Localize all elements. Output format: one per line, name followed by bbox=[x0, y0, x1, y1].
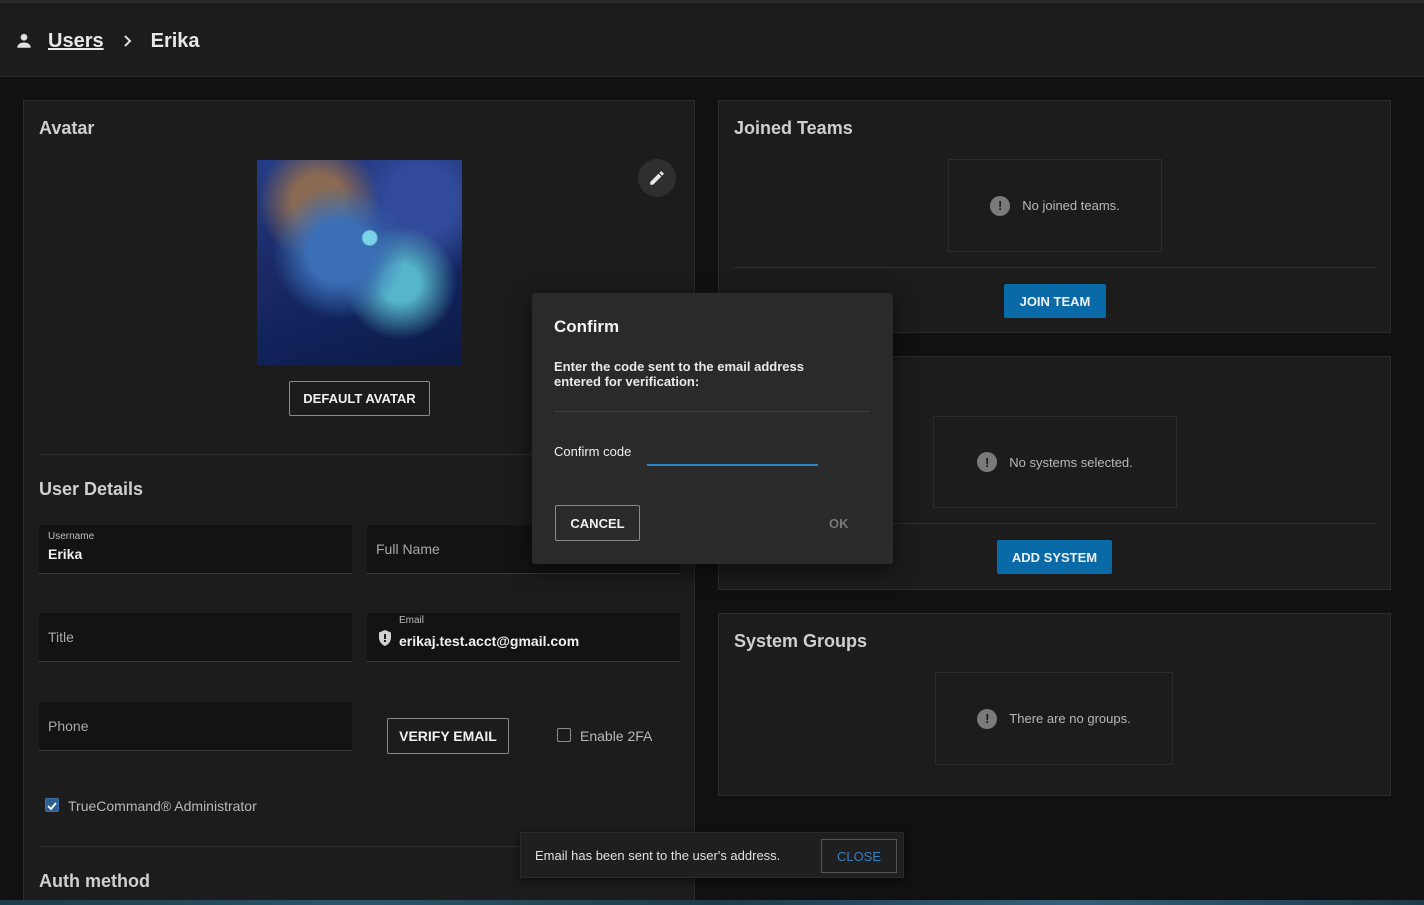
enable-2fa-checkbox[interactable] bbox=[557, 728, 571, 742]
confirm-code-input[interactable] bbox=[647, 440, 818, 466]
full-name-placeholder: Full Name bbox=[376, 541, 440, 557]
check-icon bbox=[47, 802, 57, 811]
system-groups-empty-text: There are no groups. bbox=[1009, 711, 1131, 726]
default-avatar-button[interactable]: DEFAULT AVATAR bbox=[289, 381, 430, 416]
user-details-title: User Details bbox=[39, 479, 144, 499]
email-label: Email bbox=[399, 615, 425, 626]
joined-teams-empty: ! No joined teams. bbox=[948, 159, 1162, 252]
enable-2fa-label: Enable 2FA bbox=[580, 728, 653, 744]
joined-teams-empty-text: No joined teams. bbox=[1022, 198, 1120, 213]
join-team-button[interactable]: JOIN TEAM bbox=[1004, 284, 1106, 318]
person-icon bbox=[15, 32, 33, 50]
breadcrumb-current: Erika bbox=[150, 29, 200, 52]
dialog-message: Enter the code sent to the email address… bbox=[554, 359, 804, 389]
pencil-icon bbox=[650, 171, 664, 185]
phone-placeholder: Phone bbox=[48, 718, 89, 734]
avatar-image bbox=[257, 160, 462, 365]
info-icon: ! bbox=[977, 708, 998, 729]
username-field[interactable]: Username Erika bbox=[39, 525, 352, 574]
info-icon: ! bbox=[990, 195, 1011, 216]
verify-email-button[interactable]: VERIFY EMAIL bbox=[387, 718, 509, 754]
email-field[interactable]: Email erikaj.test.acct@gmail.com bbox=[367, 613, 680, 662]
cancel-button[interactable]: CANCEL bbox=[555, 505, 640, 541]
system-groups-title: System Groups bbox=[734, 631, 868, 651]
chevron-right-icon bbox=[121, 34, 135, 48]
ok-button[interactable]: OK bbox=[829, 516, 849, 531]
breadcrumb-users-link[interactable]: Users bbox=[48, 30, 104, 53]
info-icon: ! bbox=[977, 452, 998, 472]
confirm-code-label: Confirm code bbox=[554, 444, 632, 459]
confirm-dialog: Confirm Enter the code sent to the email… bbox=[532, 293, 893, 564]
edit-avatar-button[interactable] bbox=[638, 159, 676, 197]
username-label: Username bbox=[48, 531, 95, 542]
snackbar-close-button[interactable]: CLOSE bbox=[821, 839, 897, 873]
shield-icon bbox=[377, 629, 393, 652]
email-value: erikaj.test.acct@gmail.com bbox=[399, 633, 580, 649]
snackbar-message: Email has been sent to the user's addres… bbox=[535, 848, 781, 863]
dialog-title: Confirm bbox=[554, 317, 620, 336]
joined-teams-title: Joined Teams bbox=[734, 118, 853, 138]
systems-empty-text: No systems selected. bbox=[1009, 454, 1133, 470]
admin-label: TrueCommand® Administrator bbox=[68, 798, 257, 814]
add-system-button[interactable]: ADD SYSTEM bbox=[997, 540, 1112, 574]
phone-field[interactable]: Phone bbox=[39, 702, 352, 751]
dialog-divider bbox=[554, 411, 870, 412]
username-value: Erika bbox=[48, 546, 83, 562]
system-groups-empty: ! There are no groups. bbox=[935, 672, 1173, 765]
title-placeholder: Title bbox=[48, 629, 74, 645]
auth-method-title: Auth method bbox=[39, 871, 150, 891]
divider bbox=[734, 267, 1377, 268]
top-bar: Users Erika bbox=[0, 0, 1424, 77]
bottom-strip bbox=[0, 900, 1424, 905]
title-field[interactable]: Title bbox=[39, 613, 352, 662]
breadcrumb: Users Erika bbox=[15, 27, 200, 55]
system-groups-card: System Groups ! There are no groups. bbox=[718, 613, 1391, 796]
admin-checkbox[interactable] bbox=[45, 798, 59, 812]
snackbar: Email has been sent to the user's addres… bbox=[520, 832, 904, 878]
avatar-title: Avatar bbox=[39, 118, 95, 138]
systems-empty: ! No systems selected. bbox=[933, 416, 1177, 508]
